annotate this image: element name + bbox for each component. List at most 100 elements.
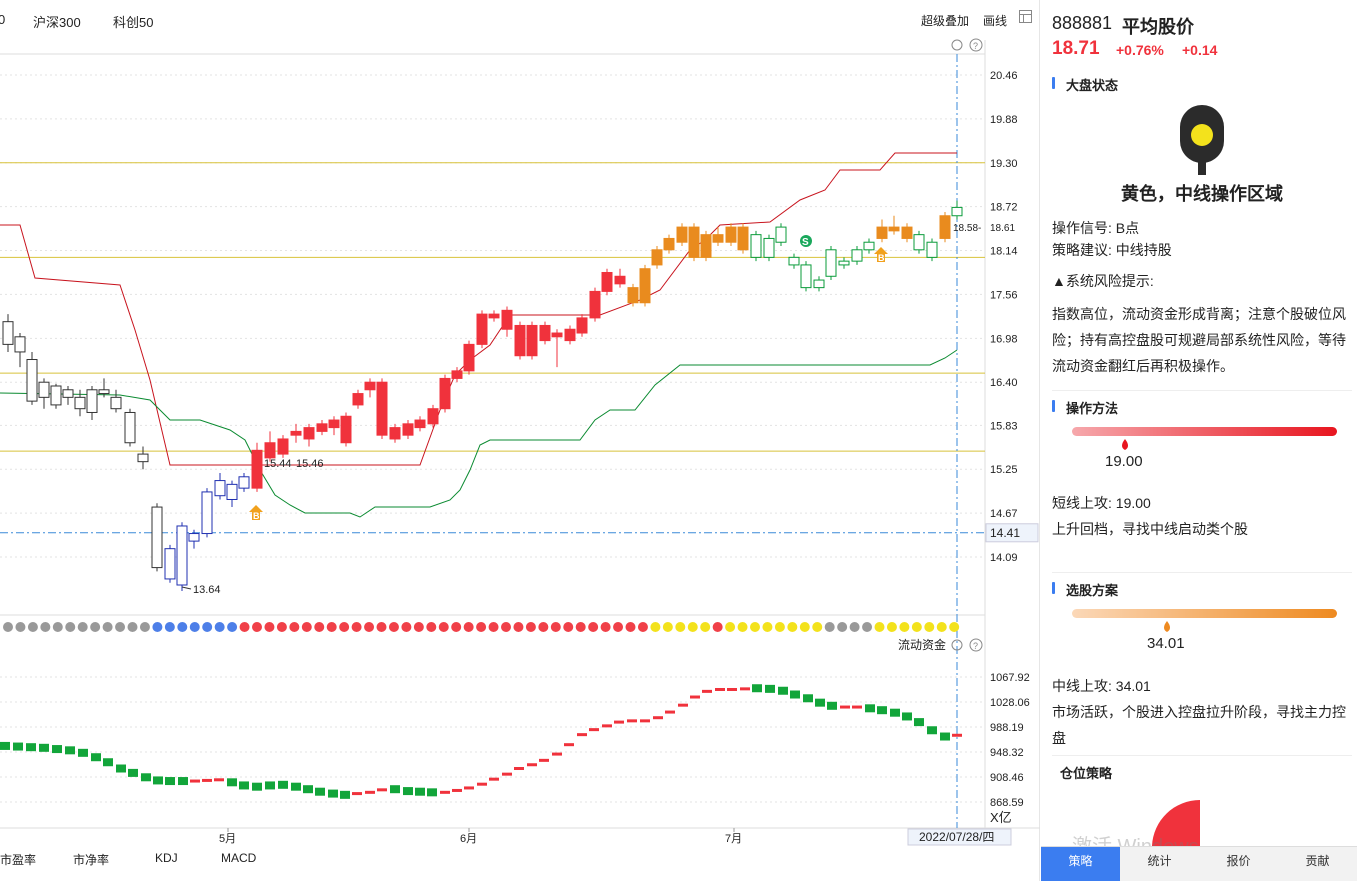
flow-bar	[352, 792, 362, 796]
state-dot	[451, 622, 462, 632]
candle-body	[712, 234, 724, 243]
state-dot	[837, 622, 848, 632]
position-title: 仓位策略	[1060, 766, 1113, 781]
price-tick-label: 20.46	[990, 70, 1018, 82]
risk-title: ▲系统风险提示:	[1052, 273, 1154, 289]
flow-bar	[190, 779, 200, 783]
candle-body	[238, 476, 250, 489]
flow-bar	[13, 742, 23, 751]
pick-line1: 中线上攻: 34.01	[1052, 678, 1151, 694]
state-dot	[588, 622, 599, 632]
state-dot	[189, 622, 200, 632]
candle-body	[888, 226, 900, 232]
flow-bar	[790, 690, 800, 699]
candle-body	[614, 275, 626, 285]
candle-body	[364, 381, 376, 391]
candle-body	[688, 226, 700, 258]
tab-pb[interactable]: 市净率	[73, 851, 109, 868]
state-dot	[115, 622, 126, 632]
state-dot	[675, 622, 686, 632]
candle-body	[476, 313, 488, 345]
band-label-left: 15.44	[264, 458, 292, 470]
candle-body	[676, 226, 688, 243]
tab-contribution[interactable]: 贡献	[1278, 847, 1357, 881]
tab-pe[interactable]: 市盈率	[0, 851, 36, 868]
state-dot	[438, 622, 449, 632]
lower-band-line	[0, 349, 958, 518]
flow-bar	[502, 772, 512, 776]
candle-body	[303, 427, 315, 440]
candle-body	[277, 438, 289, 455]
traffic-light-icon	[1180, 105, 1224, 175]
state-dot	[127, 622, 138, 632]
state-dot	[77, 622, 88, 632]
state-dot	[214, 622, 225, 632]
state-dot	[787, 622, 798, 632]
state-dot	[202, 622, 213, 632]
tab-kdj[interactable]: KDJ	[155, 851, 178, 865]
candle-body	[340, 415, 352, 444]
tab-quote[interactable]: 报价	[1199, 847, 1278, 881]
state-dot	[15, 622, 26, 632]
state-dot	[563, 622, 574, 632]
price-tick-label: 17.56	[990, 289, 1018, 301]
flow-bar	[539, 758, 549, 762]
flow-bar	[627, 719, 637, 723]
state-dot	[488, 622, 499, 632]
flow-bar	[239, 781, 249, 790]
settings-icon[interactable]	[951, 39, 963, 51]
candle-body	[551, 332, 563, 338]
candle-body	[514, 324, 526, 357]
tab-macd[interactable]: MACD	[221, 851, 256, 865]
flow-bar	[390, 785, 400, 794]
buy-marker-text: B	[253, 511, 260, 521]
indicator-tabs: 市盈率 市净率 KDJ MACD	[0, 848, 1040, 870]
state-dot	[401, 622, 412, 632]
op-range-bar	[1072, 427, 1337, 436]
tab-strategy[interactable]: 策略	[1041, 847, 1120, 881]
state-dot	[139, 622, 150, 632]
state-dot	[538, 622, 549, 632]
tab-statistics[interactable]: 统计	[1120, 847, 1199, 881]
state-dot	[289, 622, 300, 632]
flow-bar	[778, 686, 788, 695]
state-dot	[339, 622, 350, 632]
op-line1: 短线上攻: 19.00	[1052, 495, 1151, 511]
kline-chart[interactable]: 20.46 19.88 19.30 18.72 18.14 17.56 16.98 16.40…	[0, 0, 1040, 848]
candle-body	[14, 336, 26, 353]
flow-bar	[653, 716, 663, 720]
chart-area[interactable]: 0 沪深300 科创50 超级叠加 画线 20.46 19.88 19.30 18.7…	[0, 0, 1040, 881]
time-label: 6月	[460, 833, 477, 845]
flow-bar	[902, 712, 912, 721]
state-dot	[90, 622, 101, 632]
candle-body	[951, 206, 963, 217]
risk-text: 指数高位，流动资金形成背离；注意个股破位风险；持有高控盘股可规避局部系统性风险，…	[1052, 306, 1346, 374]
candle-body	[851, 249, 863, 262]
state-dot	[463, 622, 474, 632]
state-dot	[700, 622, 711, 632]
candle-body	[800, 264, 812, 289]
flow-bar	[877, 706, 887, 715]
candle-body	[328, 419, 340, 429]
buy-marker-text: B	[878, 253, 885, 263]
candle-body	[151, 506, 163, 569]
low-price-label: 13.64	[193, 584, 221, 596]
flow-tick-label: 988.19	[990, 722, 1024, 734]
flow-bar	[678, 703, 688, 707]
state-dot	[426, 622, 437, 632]
candle-body	[251, 449, 263, 489]
candle-body	[639, 268, 651, 304]
flow-bar	[427, 788, 437, 797]
state-dot	[239, 622, 250, 632]
op-value: 19.00	[1105, 453, 1143, 470]
state-dot	[874, 622, 885, 632]
state-dot	[314, 622, 325, 632]
divider	[1052, 572, 1352, 573]
state-dot	[227, 622, 238, 632]
flow-bar	[952, 733, 962, 737]
state-dot	[886, 622, 897, 632]
state-dot	[725, 622, 736, 632]
flow-bar	[452, 788, 462, 792]
state-dot	[812, 622, 823, 632]
flow-bar	[0, 741, 10, 750]
